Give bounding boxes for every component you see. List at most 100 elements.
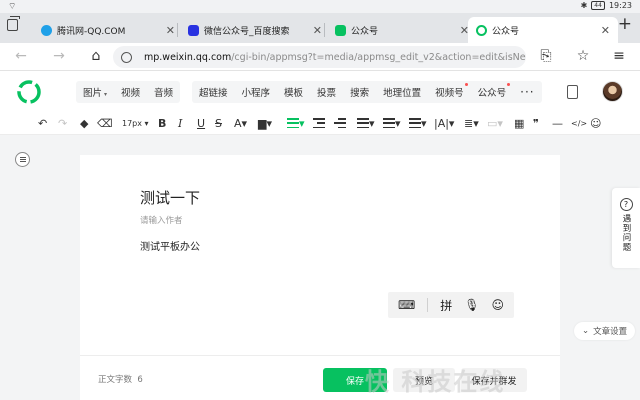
url-host: mp.weixin.qq.com xyxy=(144,51,232,63)
tab-divider xyxy=(324,23,325,37)
back-arrow-icon[interactable]: ← xyxy=(12,48,30,64)
new-dot-icon xyxy=(464,83,468,86)
tab-title: 微信公众号_百度搜索 xyxy=(204,26,290,37)
tab-gzh-active[interactable]: 公众号 ✕ xyxy=(468,17,618,43)
menu-icon[interactable]: ≡ xyxy=(610,48,628,64)
tab-baidu[interactable]: 微信公众号_百度搜索 ✕ xyxy=(180,17,330,43)
font-size-select[interactable]: 17px ▾ xyxy=(122,115,149,131)
mobile-preview-icon[interactable] xyxy=(567,85,578,99)
list-icon[interactable]: ▾ xyxy=(409,115,427,131)
battery-indicator: 44 xyxy=(591,1,605,10)
wechat-favicon-icon xyxy=(335,24,346,36)
outline-toggle-icon[interactable] xyxy=(15,152,30,167)
word-count: 正文字数 6 xyxy=(98,373,143,385)
microphone-icon[interactable]: 🎙 xyxy=(464,298,479,312)
word-count-label: 正文字数 xyxy=(98,375,133,385)
article-title-field[interactable]: 测试一下 xyxy=(140,187,200,208)
new-dot-icon xyxy=(507,83,511,86)
insert-search-button[interactable]: 搜索 xyxy=(343,85,376,99)
italic-button[interactable]: I xyxy=(178,115,182,131)
tab-title: 公众号 xyxy=(351,26,379,37)
letter-spacing-icon[interactable]: |A|▾ xyxy=(434,115,454,131)
media-insert-group: 图片 ▾ 视频 音频 xyxy=(76,81,181,103)
divider xyxy=(427,298,429,312)
format-painter-icon[interactable]: ◆ xyxy=(80,115,88,131)
input-method-bar: ⌨ 拼 🎙 ☺ xyxy=(388,292,514,318)
code-icon[interactable]: </> xyxy=(571,115,587,131)
article-settings-button[interactable]: ⌄ 文章设置 xyxy=(574,322,636,340)
url-path: /cgi-bin/appmsg?t=media/appmsg_edit_v2&a… xyxy=(231,51,526,63)
url-field[interactable]: mp.weixin.qq.com/cgi-bin/appmsg?t=media/… xyxy=(113,46,526,68)
question-icon: ? xyxy=(619,198,633,211)
pinyin-button[interactable]: 拼 xyxy=(440,297,452,314)
forward-arrow-icon[interactable]: → xyxy=(50,48,68,64)
qq-favicon-icon xyxy=(41,24,52,36)
align-left-icon[interactable]: ▾ xyxy=(287,115,305,131)
site-info-icon[interactable] xyxy=(121,51,132,63)
wechat-mp-logo-icon xyxy=(17,80,41,104)
line-spacing-icon[interactable]: ▾ xyxy=(357,115,375,131)
baidu-favicon-icon xyxy=(188,24,199,36)
help-label: 遇到问题 xyxy=(621,214,631,252)
indent-icon[interactable] xyxy=(313,115,325,131)
editor-header: 图片 ▾ 视频 音频 超链接 小程序 模板 投票 搜索 地理位置 视频号 公众号 … xyxy=(0,71,640,111)
tab-strip: 腾讯网-QQ.COM ✕ 微信公众号_百度搜索 ✕ 公众号 ✕ 公众号 ✕ + xyxy=(0,13,640,43)
chevron-down-icon: ⌄ xyxy=(582,326,590,336)
font-color-icon[interactable]: A▾ xyxy=(234,115,247,131)
strikethrough-button[interactable]: S xyxy=(215,115,222,131)
column-icon[interactable]: ≣▾ xyxy=(464,115,479,131)
home-icon[interactable]: ⌂ xyxy=(87,48,105,64)
bold-button[interactable]: B xyxy=(158,115,166,131)
quote-icon[interactable]: ❞ xyxy=(533,115,539,131)
insert-vote-button[interactable]: 投票 xyxy=(310,85,343,99)
border-icon[interactable]: ▭▾ xyxy=(487,115,503,131)
article-settings-label: 文章设置 xyxy=(593,327,628,337)
tab-overview-icon[interactable] xyxy=(7,16,20,31)
watermark: 快 科技在线 xyxy=(365,368,506,396)
reader-mode-icon[interactable]: ⎘ xyxy=(537,48,555,64)
emoji-icon[interactable]: ☺ xyxy=(590,115,601,131)
author-field[interactable]: 请输入作者 xyxy=(140,214,183,226)
close-icon[interactable]: ✕ xyxy=(601,24,610,37)
more-insert-icon[interactable]: ··· xyxy=(513,85,541,99)
close-icon[interactable]: ✕ xyxy=(313,24,322,37)
background-color-icon[interactable]: ▆▾ xyxy=(258,115,272,131)
bluetooth-icon: ✱ xyxy=(580,1,588,10)
insert-account-button[interactable]: 公众号 xyxy=(471,83,514,99)
outdent-icon[interactable] xyxy=(334,115,346,131)
redo-icon[interactable]: ↷ xyxy=(58,115,67,131)
insert-audio-button[interactable]: 音频 xyxy=(147,85,180,99)
keyboard-icon[interactable]: ⌨ xyxy=(398,298,415,312)
insert-channels-button[interactable]: 视频号 xyxy=(428,83,471,99)
undo-icon[interactable]: ↶ xyxy=(38,115,47,131)
insert-miniprogram-button[interactable]: 小程序 xyxy=(235,85,278,99)
tab-qq[interactable]: 腾讯网-QQ.COM ✕ xyxy=(33,17,183,43)
emoji-keyboard-icon[interactable]: ☺ xyxy=(491,298,504,312)
insert-video-button[interactable]: 视频 xyxy=(114,85,147,99)
status-time: 19:23 xyxy=(608,1,632,10)
insert-template-button[interactable]: 模板 xyxy=(277,85,310,99)
paragraph-spacing-icon[interactable]: ▾ xyxy=(383,115,401,131)
tab-divider xyxy=(177,23,178,37)
tab-gzh-1[interactable]: 公众号 ✕ xyxy=(327,17,477,43)
wifi-icon: ⌔ xyxy=(8,2,17,12)
avatar[interactable] xyxy=(602,81,623,102)
insert-image-button[interactable]: 图片 ▾ xyxy=(76,85,114,99)
status-right: ✱ 44 19:23 xyxy=(581,1,632,10)
status-bar: ⌔ ✱ 44 19:23 xyxy=(0,0,640,13)
table-icon[interactable]: ▦ xyxy=(514,115,524,131)
tab-title: 公众号 xyxy=(492,26,520,37)
article-body-field[interactable]: 测试平板办公 xyxy=(140,238,200,253)
divider-icon[interactable]: — xyxy=(552,115,563,131)
underline-button[interactable]: U xyxy=(197,115,205,131)
tab-title: 腾讯网-QQ.COM xyxy=(57,26,126,37)
close-icon[interactable]: ✕ xyxy=(166,24,175,37)
insert-link-button[interactable]: 超链接 xyxy=(192,85,235,99)
new-tab-icon[interactable]: + xyxy=(618,14,632,34)
clear-format-icon[interactable]: ⌫ xyxy=(97,115,113,131)
content-insert-group: 超链接 小程序 模板 投票 搜索 地理位置 视频号 公众号 ··· xyxy=(192,81,542,103)
insert-location-button[interactable]: 地理位置 xyxy=(376,85,428,99)
help-panel[interactable]: ? 遇到问题 xyxy=(612,188,640,268)
address-toolbar: ← → ⌂ mp.weixin.qq.com/cgi-bin/appmsg?t=… xyxy=(0,43,640,71)
favorites-star-icon[interactable]: ☆ xyxy=(574,48,592,64)
